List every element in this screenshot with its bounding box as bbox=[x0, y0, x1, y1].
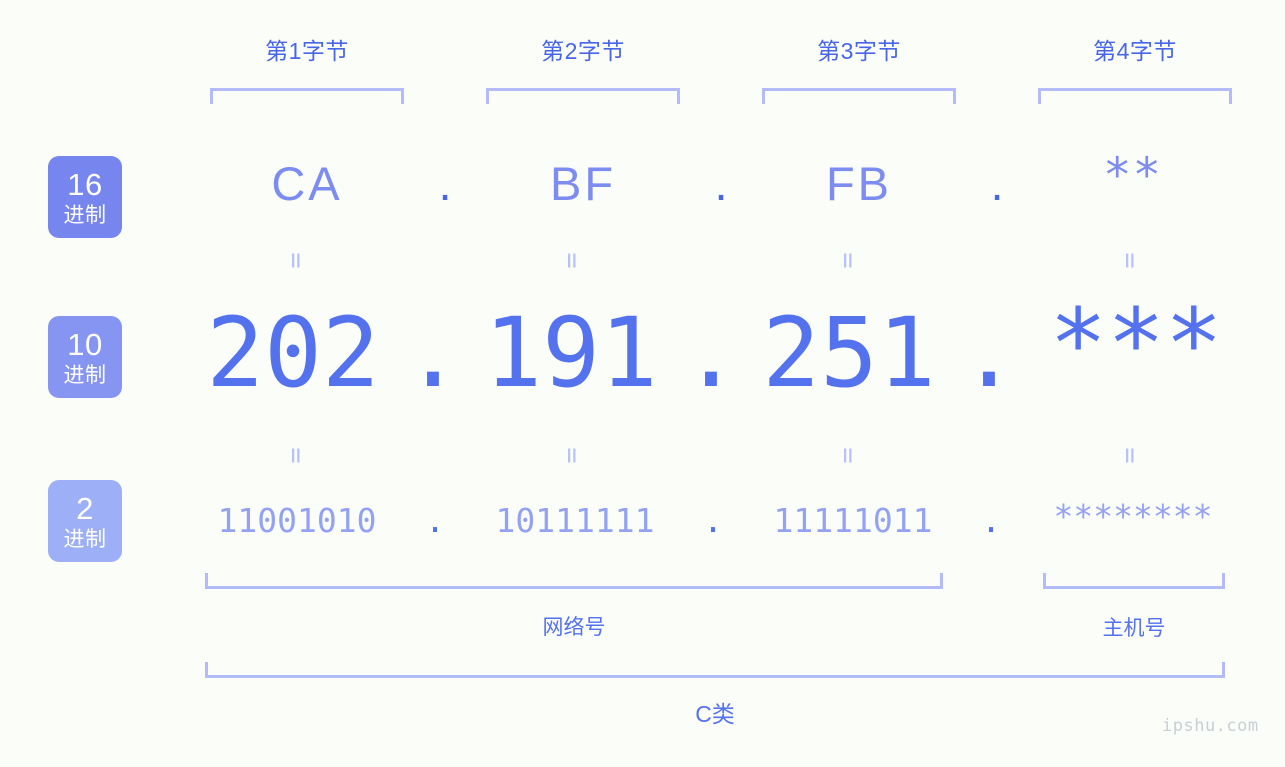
hex-separator-3: . bbox=[990, 157, 1004, 210]
base-badge-decimal-unit: 进制 bbox=[63, 363, 107, 387]
decimal-separator-2: . bbox=[682, 297, 740, 409]
address-class-label: C类 bbox=[695, 701, 735, 727]
host-portion-label: 主机号 bbox=[1102, 617, 1166, 640]
base-badge-hex-unit: 进制 bbox=[63, 203, 107, 227]
decimal-byte-3: 251 bbox=[762, 297, 936, 409]
base-badge-decimal[interactable]: 10 进制 bbox=[48, 316, 122, 398]
network-portion-label: 网络号 bbox=[542, 616, 606, 639]
equals-connector-dec-bin-4: = bbox=[1114, 447, 1146, 464]
base-badge-binary-unit: 进制 bbox=[63, 527, 107, 551]
ip-address-breakdown-diagram: 第1字节 第2字节 第3字节 第4字节 16 进制 10 进制 2 进制 CA … bbox=[0, 0, 1285, 767]
binary-separator-1: . bbox=[425, 501, 445, 540]
byte-header-3: 第3字节 bbox=[817, 38, 901, 64]
binary-byte-4: ******** bbox=[1053, 497, 1213, 536]
equals-connector-hex-dec-1: = bbox=[280, 252, 312, 269]
network-portion-bracket bbox=[205, 573, 943, 589]
byte-header-1: 第1字节 bbox=[265, 38, 349, 64]
binary-byte-3: 11111011 bbox=[773, 501, 933, 540]
decimal-byte-1: 202 bbox=[206, 297, 380, 409]
address-class-bracket bbox=[205, 662, 1225, 678]
byte-bracket-2 bbox=[486, 88, 680, 104]
byte-bracket-1 bbox=[210, 88, 404, 104]
base-badge-decimal-number: 10 bbox=[67, 326, 103, 362]
binary-byte-2: 10111111 bbox=[495, 501, 655, 540]
base-badge-hex[interactable]: 16 进制 bbox=[48, 156, 122, 238]
hex-separator-2: . bbox=[714, 157, 728, 210]
hex-byte-2: BF bbox=[549, 157, 617, 210]
site-watermark: ipshu.com bbox=[1162, 716, 1259, 736]
byte-header-2: 第2字节 bbox=[541, 38, 625, 64]
equals-connector-hex-dec-3: = bbox=[832, 252, 864, 269]
base-badge-binary[interactable]: 2 进制 bbox=[48, 480, 122, 562]
hex-byte-1: CA bbox=[271, 157, 343, 210]
hex-byte-3: FB bbox=[825, 157, 893, 210]
binary-separator-2: . bbox=[703, 501, 723, 540]
equals-connector-hex-dec-4: = bbox=[1114, 252, 1146, 269]
equals-connector-hex-dec-2: = bbox=[556, 252, 588, 269]
byte-header-4: 第4字节 bbox=[1093, 38, 1177, 64]
decimal-separator-3: . bbox=[960, 297, 1018, 409]
binary-separator-3: . bbox=[981, 501, 1001, 540]
decimal-byte-2: 191 bbox=[484, 297, 658, 409]
equals-connector-dec-bin-1: = bbox=[280, 447, 312, 464]
host-portion-bracket bbox=[1043, 573, 1225, 589]
hex-separator-1: . bbox=[438, 157, 452, 210]
byte-bracket-3 bbox=[762, 88, 956, 104]
binary-byte-1: 11001010 bbox=[217, 501, 377, 540]
hex-byte-4: ** bbox=[1105, 148, 1165, 203]
base-badge-hex-number: 16 bbox=[67, 166, 103, 202]
byte-bracket-4 bbox=[1038, 88, 1232, 104]
equals-connector-dec-bin-2: = bbox=[556, 447, 588, 464]
decimal-separator-1: . bbox=[404, 297, 462, 409]
equals-connector-dec-bin-3: = bbox=[832, 447, 864, 464]
base-badge-binary-number: 2 bbox=[76, 490, 94, 526]
decimal-byte-4: *** bbox=[1049, 288, 1223, 400]
